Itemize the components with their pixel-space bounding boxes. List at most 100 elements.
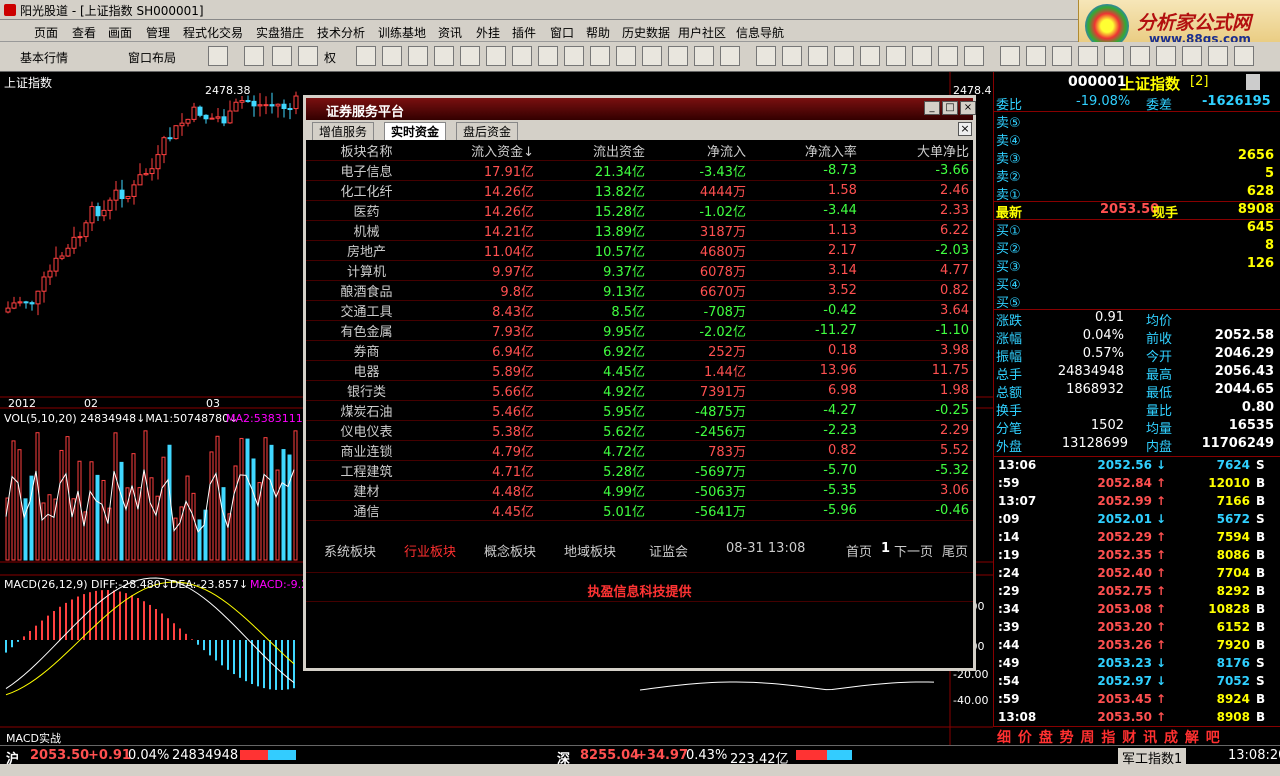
stats-icon[interactable] bbox=[590, 46, 610, 66]
period-19-icon[interactable] bbox=[1234, 46, 1254, 66]
col-big-order[interactable]: 大单净比 bbox=[860, 141, 973, 161]
refresh-icon[interactable] bbox=[1246, 74, 1260, 90]
window-icon[interactable] bbox=[616, 46, 636, 66]
period-2-icon[interactable] bbox=[782, 46, 802, 66]
nav-system-sectors[interactable]: 系统板块 bbox=[324, 541, 376, 560]
menu-manage[interactable]: 管理 bbox=[146, 24, 170, 41]
menu-news[interactable]: 资讯 bbox=[438, 24, 462, 41]
table-row[interactable]: 计算机 9.97亿 9.37亿 6078万 3.14 4.77 bbox=[306, 260, 973, 281]
menu-window[interactable]: 窗口 bbox=[550, 24, 574, 41]
table-row[interactable]: 建材 4.48亿 4.99亿 -5063万 -5.35 3.06 bbox=[306, 480, 973, 501]
period-17-icon[interactable] bbox=[1182, 46, 1202, 66]
quote-tabs[interactable]: 细 价 盘 势 周 指 财 讯 成 解 吧 bbox=[993, 726, 1280, 746]
period-13-icon[interactable] bbox=[1078, 46, 1098, 66]
rights-button[interactable]: 权 bbox=[324, 49, 336, 66]
table-row[interactable]: 银行类 5.66亿 4.92亿 7391万 6.98 1.98 bbox=[306, 380, 973, 401]
table-icon[interactable] bbox=[408, 46, 428, 66]
period-10-icon[interactable] bbox=[1000, 46, 1020, 66]
menu-nav[interactable]: 信息导航 bbox=[736, 24, 784, 41]
pager-next[interactable]: 下一页 bbox=[894, 541, 933, 560]
tab-realtime-funds[interactable]: 实时资金 bbox=[384, 122, 447, 140]
col-net-inflow[interactable]: 净流入 bbox=[649, 141, 750, 161]
menu-tech-analysis[interactable]: 技术分析 bbox=[317, 24, 365, 41]
menu-view[interactable]: 查看 bbox=[72, 24, 96, 41]
layout-button[interactable]: 窗口布局 bbox=[128, 49, 176, 66]
bar-chart-icon[interactable] bbox=[244, 46, 264, 66]
nav-csrc[interactable]: 证监会 bbox=[649, 541, 688, 560]
period-18-icon[interactable] bbox=[1208, 46, 1228, 66]
tab-value-added[interactable]: 增值服务 bbox=[312, 122, 375, 140]
menu-history[interactable]: 历史数据 bbox=[622, 24, 670, 41]
close-button[interactable]: × bbox=[960, 101, 976, 115]
news-icon[interactable] bbox=[460, 46, 480, 66]
table-row[interactable]: 电器 5.89亿 4.45亿 1.44亿 13.96 11.75 bbox=[306, 360, 973, 381]
minimize-button[interactable]: _ bbox=[924, 101, 940, 115]
col-sector[interactable]: 板块名称 bbox=[306, 141, 428, 161]
link-icon[interactable] bbox=[486, 46, 506, 66]
trend-icon[interactable] bbox=[694, 46, 714, 66]
menu-plugins[interactable]: 插件 bbox=[512, 24, 536, 41]
period-15-icon[interactable] bbox=[1130, 46, 1150, 66]
table-row[interactable]: 工程建筑 4.71亿 5.28亿 -5697万 -5.70 -5.32 bbox=[306, 460, 973, 481]
col-outflow[interactable]: 流出资金 bbox=[538, 141, 650, 161]
period-1-icon[interactable] bbox=[756, 46, 776, 66]
table-row[interactable]: 有色金属 7.93亿 9.95亿 -2.02亿 -11.27 -1.10 bbox=[306, 320, 973, 341]
menu-screen[interactable]: 画面 bbox=[108, 24, 132, 41]
table-row[interactable]: 券商 6.94亿 6.92亿 252万 0.18 3.98 bbox=[306, 340, 973, 361]
table-row[interactable]: 电子信息 17.91亿 21.34亿 -3.43亿 -8.73 -3.66 bbox=[306, 160, 973, 181]
task-label[interactable]: 军工指数1 bbox=[1118, 748, 1187, 767]
maximize-button[interactable]: □ bbox=[942, 101, 958, 115]
period-3-icon[interactable] bbox=[808, 46, 828, 66]
crosshair-icon[interactable] bbox=[272, 46, 292, 66]
menu-community[interactable]: 用户社区 bbox=[678, 24, 726, 41]
list-icon[interactable] bbox=[298, 46, 318, 66]
compare-icon[interactable] bbox=[720, 46, 740, 66]
col-inflow[interactable]: 流入资金↓ bbox=[427, 141, 539, 161]
gear-icon[interactable] bbox=[564, 46, 584, 66]
table-row[interactable]: 医药 14.26亿 15.28亿 -1.02亿 -3.44 2.33 bbox=[306, 200, 973, 221]
table-row[interactable]: 化工化纤 14.26亿 13.82亿 4444万 1.58 2.46 bbox=[306, 180, 973, 201]
money-icon[interactable] bbox=[512, 46, 532, 66]
print-icon[interactable] bbox=[434, 46, 454, 66]
period-6-icon[interactable] bbox=[886, 46, 906, 66]
nav-concept-sectors[interactable]: 概念板块 bbox=[484, 541, 536, 560]
period-7-icon[interactable] bbox=[912, 46, 932, 66]
table-row[interactable]: 商业连锁 4.79亿 4.72亿 783万 0.82 5.52 bbox=[306, 440, 973, 461]
menu-program-trade[interactable]: 程式化交易 bbox=[183, 24, 243, 41]
table-row[interactable]: 酿酒食品 9.8亿 9.13亿 6670万 3.52 0.82 bbox=[306, 280, 973, 301]
table-row[interactable]: 交通工具 8.43亿 8.5亿 -708万 -0.42 3.64 bbox=[306, 300, 973, 321]
period-12-icon[interactable] bbox=[1052, 46, 1072, 66]
tab-close-icon[interactable]: × bbox=[958, 122, 972, 136]
period-4-icon[interactable] bbox=[834, 46, 854, 66]
pager-last[interactable]: 尾页 bbox=[942, 541, 968, 560]
alert-icon[interactable] bbox=[538, 46, 558, 66]
menu-training[interactable]: 训练基地 bbox=[378, 24, 426, 41]
quote-tab-labels[interactable]: 细 价 盘 势 周 指 财 讯 成 解 吧 bbox=[997, 727, 1221, 747]
period-9-icon[interactable] bbox=[964, 46, 984, 66]
kline-icon[interactable] bbox=[668, 46, 688, 66]
table-row[interactable]: 通信 4.45亿 5.01亿 -5641万 -5.96 -0.46 bbox=[306, 500, 973, 521]
open-folder-icon[interactable] bbox=[208, 46, 228, 66]
macd-tab[interactable]: MACD实战 bbox=[6, 730, 61, 746]
period-14-icon[interactable] bbox=[1104, 46, 1124, 66]
layout-icon[interactable] bbox=[642, 46, 662, 66]
period-11-icon[interactable] bbox=[1026, 46, 1046, 66]
period-5-icon[interactable] bbox=[860, 46, 880, 66]
nav-industry-sectors[interactable]: 行业板块 bbox=[404, 541, 456, 560]
table-row[interactable]: 仪电仪表 5.38亿 5.62亿 -2456万 -2.23 2.29 bbox=[306, 420, 973, 441]
menu-plugin-ext[interactable]: 外挂 bbox=[476, 24, 500, 41]
menu-help[interactable]: 帮助 bbox=[586, 24, 610, 41]
nav-region-sectors[interactable]: 地域板块 bbox=[564, 541, 616, 560]
table-row[interactable]: 机械 14.21亿 13.89亿 3187万 1.13 6.22 bbox=[306, 220, 973, 241]
menu-hunt[interactable]: 实盘猎庄 bbox=[256, 24, 304, 41]
pager-first[interactable]: 首页 bbox=[846, 541, 872, 560]
mode-select[interactable]: 基本行情 bbox=[20, 49, 68, 66]
table-row[interactable]: 房地产 11.04亿 10.57亿 4680万 2.17 -2.03 bbox=[306, 240, 973, 261]
tab-after-hours-funds[interactable]: 盘后资金 bbox=[456, 122, 519, 140]
calc-icon[interactable] bbox=[356, 46, 376, 66]
col-net-rate[interactable]: 净流入率 bbox=[749, 141, 861, 161]
grid-icon[interactable] bbox=[382, 46, 402, 66]
period-8-icon[interactable] bbox=[938, 46, 958, 66]
menu-page[interactable]: 页面 bbox=[34, 24, 58, 41]
table-row[interactable]: 煤炭石油 5.46亿 5.95亿 -4875万 -4.27 -0.25 bbox=[306, 400, 973, 421]
